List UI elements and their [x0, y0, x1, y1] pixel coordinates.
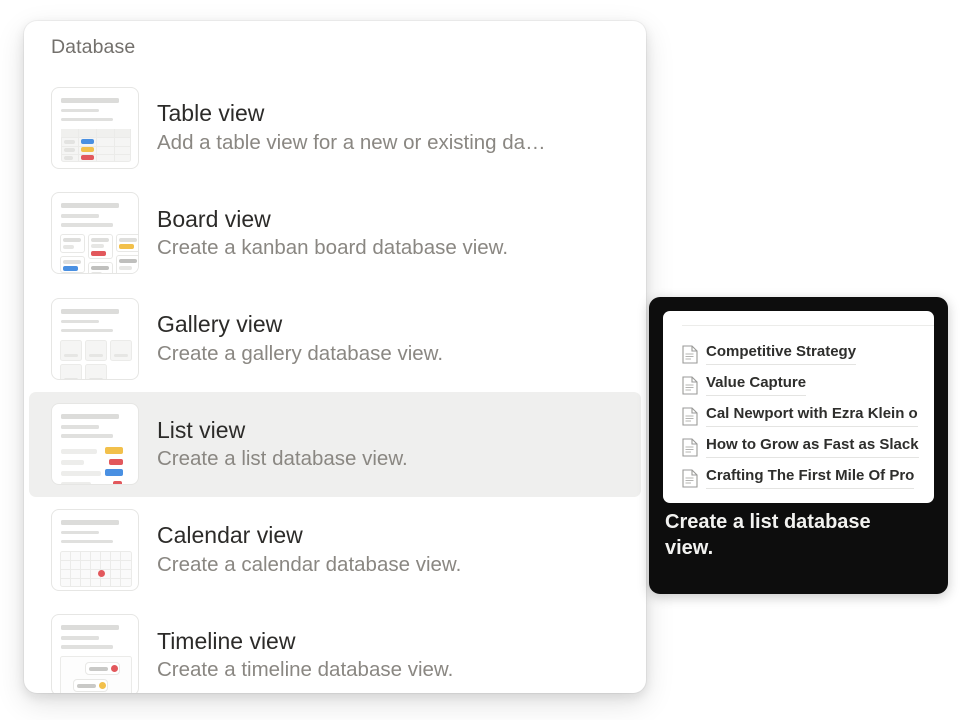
list-view-preview-tooltip: Competitive Strategy Value Capture Cal N…	[649, 297, 948, 594]
menu-item-text: List view Create a list database view.	[157, 417, 641, 472]
preview-list-item: Cal Newport with Ezra Klein o	[682, 401, 934, 432]
preview-list-item-label: How to Grow as Fast as Slack	[706, 437, 919, 458]
preview-list-item-label: Crafting The First Mile Of Pro	[706, 468, 915, 489]
menu-item-timeline-view[interactable]: Timeline view Create a timeline database…	[29, 603, 641, 693]
menu-item-title: List view	[157, 416, 246, 443]
document-icon	[682, 345, 698, 364]
menu-item-text: Board view Create a kanban board databas…	[157, 206, 641, 261]
preview-list-item: How to Grow as Fast as Slack	[682, 432, 934, 463]
table-view-icon	[51, 86, 139, 169]
menu-item-text: Table view Add a table view for a new or…	[157, 100, 641, 155]
menu-item-description: Add a table view for a new or existing d…	[157, 130, 546, 154]
menu-item-title: Timeline view	[157, 627, 296, 654]
tooltip-preview-image: Competitive Strategy Value Capture Cal N…	[663, 311, 934, 503]
document-icon	[682, 376, 698, 395]
view-options-list: Table view Add a table view for a new or…	[24, 75, 646, 693]
tooltip-caption: Create a list database view.	[665, 511, 871, 559]
menu-item-description: Create a kanban board database view.	[157, 236, 509, 260]
menu-section-title: Database	[51, 36, 136, 58]
menu-item-table-view[interactable]: Table view Add a table view for a new or…	[29, 75, 641, 181]
preview-list-item: Value Capture	[682, 370, 934, 401]
menu-item-calendar-view[interactable]: Calendar view Create a calendar database…	[29, 497, 641, 603]
preview-list-item-label: Cal Newport with Ezra Klein o	[706, 406, 918, 427]
menu-item-title: Calendar view	[157, 522, 303, 549]
menu-item-title: Gallery view	[157, 311, 283, 338]
gallery-view-icon	[51, 297, 139, 380]
menu-item-description: Create a timeline database view.	[157, 658, 454, 682]
calendar-view-icon	[51, 508, 139, 591]
list-view-icon	[51, 403, 139, 486]
preview-list-item-label: Competitive Strategy	[706, 344, 857, 365]
menu-item-description: Create a list database view.	[157, 447, 408, 471]
document-icon	[682, 469, 698, 488]
menu-item-description: Create a gallery database view.	[157, 341, 444, 365]
preview-list-item: Competitive Strategy	[682, 339, 934, 370]
document-icon	[682, 407, 698, 426]
preview-list-item: Crafting The First Mile Of Pro	[682, 463, 934, 494]
timeline-view-icon	[51, 614, 139, 693]
preview-divider	[682, 325, 934, 326]
board-view-icon	[51, 192, 139, 275]
menu-item-description: Create a calendar database view.	[157, 552, 462, 576]
preview-list-item-label: Value Capture	[706, 375, 807, 396]
menu-item-title: Table view	[157, 100, 265, 127]
menu-item-board-view[interactable]: Board view Create a kanban board databas…	[29, 181, 641, 287]
menu-item-text: Gallery view Create a gallery database v…	[157, 311, 641, 366]
screen: Database Table view Add a table view for…	[0, 0, 970, 720]
menu-item-title: Board view	[157, 205, 271, 232]
menu-item-gallery-view[interactable]: Gallery view Create a gallery database v…	[29, 286, 641, 392]
database-view-menu-panel: Database Table view Add a table view for…	[24, 21, 646, 693]
menu-item-list-view[interactable]: List view Create a list database view.	[29, 391, 641, 497]
document-icon	[682, 438, 698, 457]
menu-item-text: Timeline view Create a timeline database…	[157, 628, 641, 683]
menu-item-text: Calendar view Create a calendar database…	[157, 522, 641, 577]
